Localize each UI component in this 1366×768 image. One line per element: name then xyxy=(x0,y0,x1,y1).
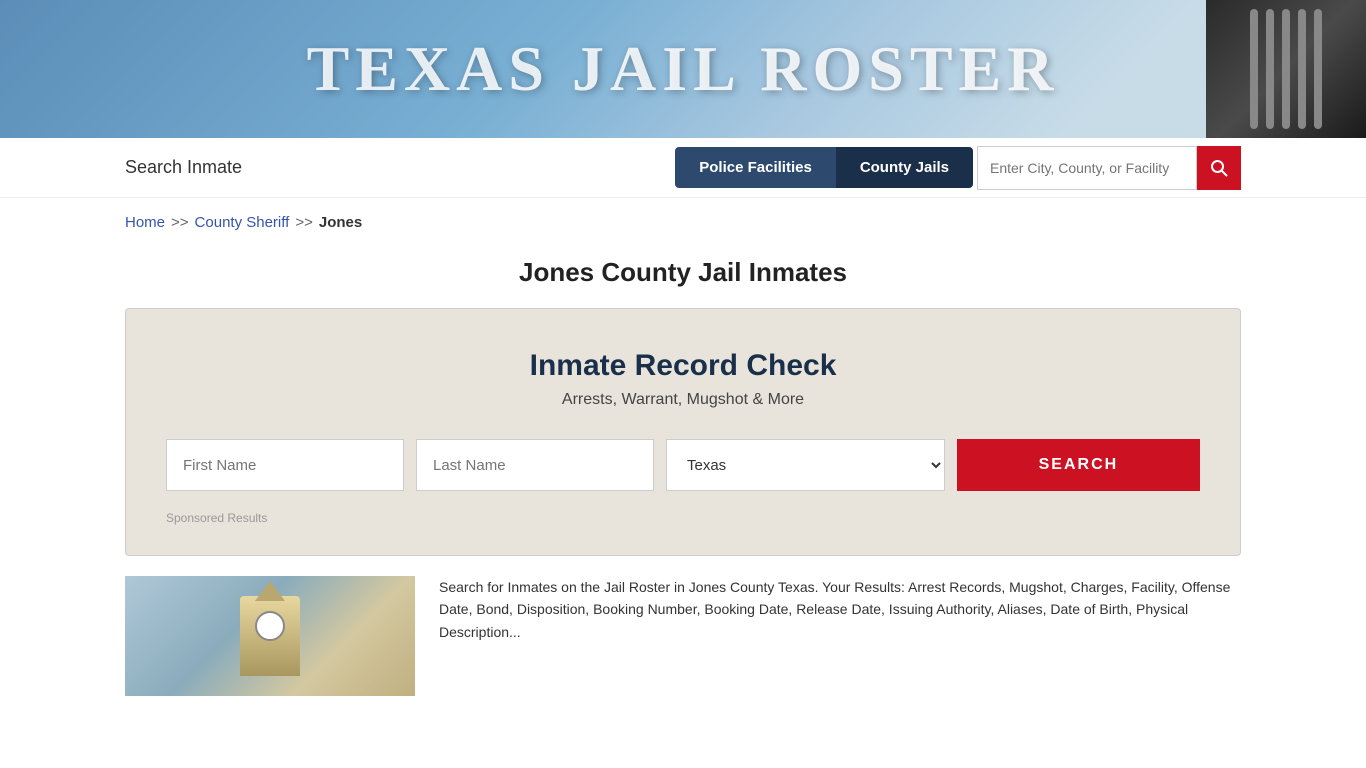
county-image xyxy=(125,576,415,696)
bottom-description: Search for Inmates on the Jail Roster in… xyxy=(439,576,1241,696)
search-inmate-label: Search Inmate xyxy=(125,157,242,178)
page-title: Jones County Jail Inmates xyxy=(0,257,1366,288)
state-select[interactable]: Texas Alabama Alaska Arizona Arkansas Ca… xyxy=(666,439,945,491)
breadcrumb: Home >> County Sheriff >> Jones xyxy=(0,198,1366,247)
record-search-button[interactable]: SEARCH xyxy=(957,439,1200,491)
police-facilities-button[interactable]: Police Facilities xyxy=(675,147,836,188)
sponsored-label: Sponsored Results xyxy=(166,511,1200,525)
header-banner: Texas Jail Roster xyxy=(0,0,1366,138)
record-check-box: Inmate Record Check Arrests, Warrant, Mu… xyxy=(125,308,1241,556)
record-check-form: Texas Alabama Alaska Arizona Arkansas Ca… xyxy=(166,439,1200,491)
nav-bar: Search Inmate Police Facilities County J… xyxy=(0,138,1366,198)
clock-face xyxy=(255,611,285,641)
record-check-subtitle: Arrests, Warrant, Mugshot & More xyxy=(166,391,1200,409)
breadcrumb-sep-1: >> xyxy=(171,214,189,231)
breadcrumb-sep-2: >> xyxy=(295,214,313,231)
county-jails-button[interactable]: County Jails xyxy=(836,147,973,188)
nav-right: Police Facilities County Jails xyxy=(675,146,1241,190)
jail-image xyxy=(1206,0,1366,138)
breadcrumb-county-sheriff[interactable]: County Sheriff xyxy=(195,214,290,231)
last-name-input[interactable] xyxy=(416,439,654,491)
facility-search-input[interactable] xyxy=(977,146,1197,190)
record-check-title: Inmate Record Check xyxy=(166,349,1200,383)
first-name-input[interactable] xyxy=(166,439,404,491)
facility-search-button[interactable] xyxy=(1197,146,1241,190)
search-icon xyxy=(1210,159,1228,177)
clock-tower-illustration xyxy=(240,596,300,676)
breadcrumb-home[interactable]: Home xyxy=(125,214,165,231)
bottom-section: Search for Inmates on the Jail Roster in… xyxy=(0,576,1366,696)
breadcrumb-current: Jones xyxy=(319,214,362,231)
site-title: Texas Jail Roster xyxy=(307,32,1060,106)
nav-search-wrapper xyxy=(977,146,1241,190)
